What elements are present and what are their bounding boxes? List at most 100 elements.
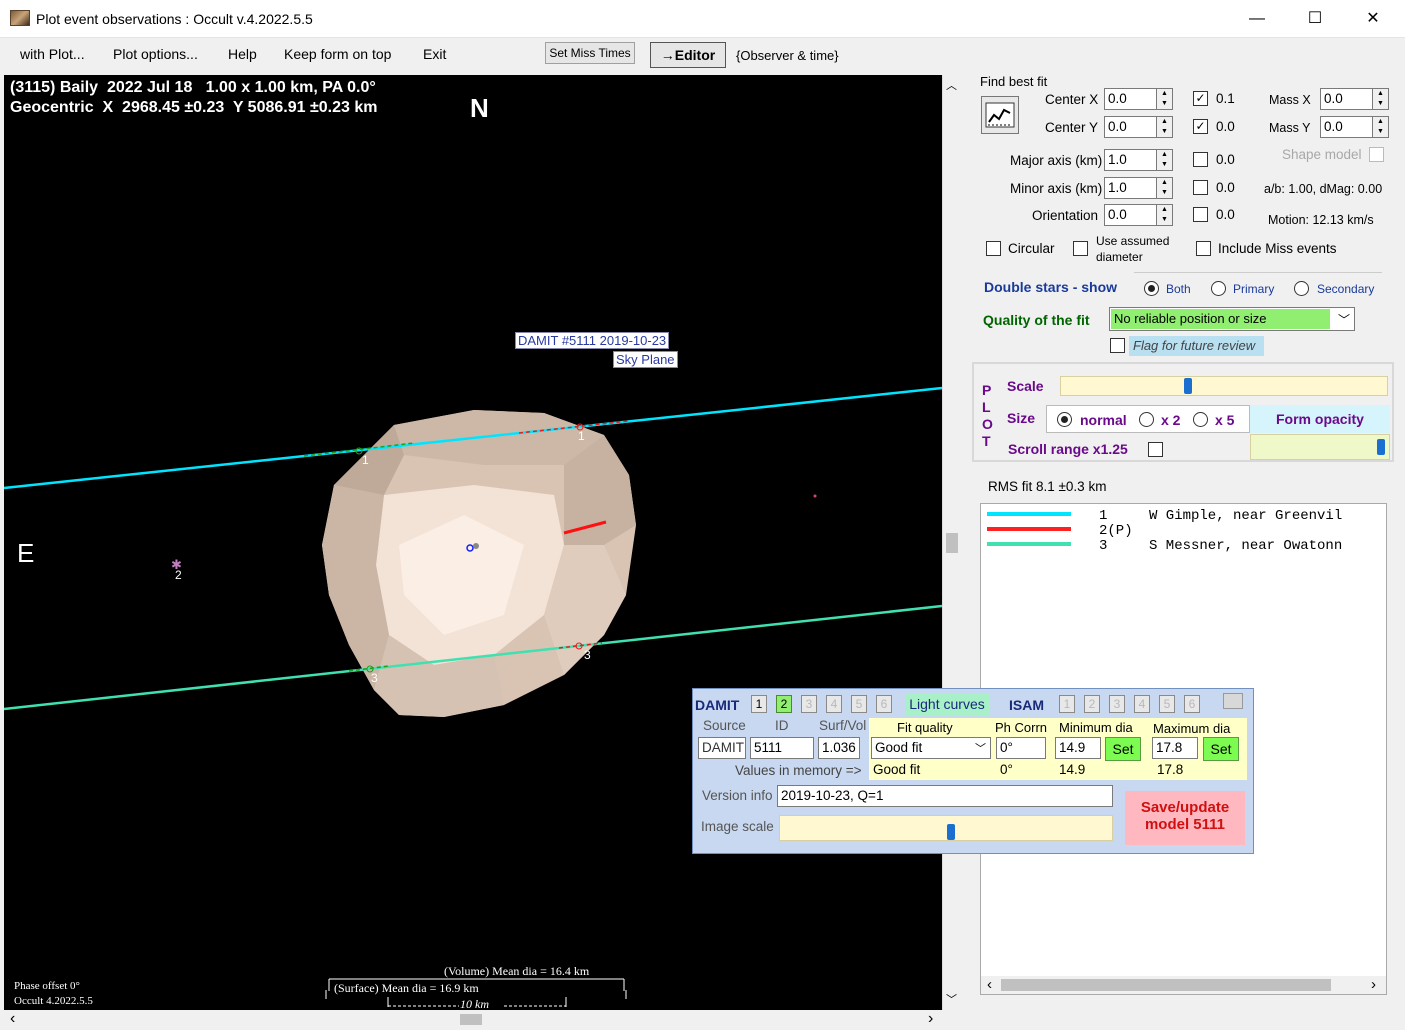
- image-scale-slider[interactable]: [779, 815, 1113, 841]
- mass-x-spinner[interactable]: ▲ ▼: [1373, 88, 1389, 110]
- image-scale-thumb[interactable]: [947, 824, 955, 840]
- primary-radio[interactable]: [1211, 281, 1226, 296]
- shape-model-checkbox[interactable]: [1369, 147, 1384, 162]
- scale-slider-thumb[interactable]: [1184, 378, 1192, 394]
- mass-y-spinner[interactable]: ▲ ▼: [1373, 116, 1389, 138]
- observer-hscrollbar[interactable]: ‹ ›: [981, 976, 1386, 994]
- scroll-range-checkbox[interactable]: [1148, 442, 1163, 457]
- observer-1-swatch: [987, 512, 1071, 516]
- list-scroll-thumb[interactable]: [1001, 979, 1331, 991]
- plot-hscrollbar[interactable]: ‹ ›: [4, 1010, 942, 1028]
- editor-button[interactable]: →Editor: [650, 42, 726, 68]
- damit-model-2[interactable]: 2: [776, 695, 792, 713]
- damit-model-1[interactable]: 1: [751, 695, 767, 713]
- flag-review-checkbox[interactable]: [1110, 338, 1125, 353]
- plot-vscrollbar[interactable]: ︿ ﹀: [942, 75, 960, 1010]
- secondary-label: Secondary: [1317, 282, 1375, 296]
- isam-model-5[interactable]: 5: [1159, 695, 1175, 713]
- opacity-slider-thumb[interactable]: [1377, 439, 1385, 455]
- isam-model-6[interactable]: 6: [1184, 695, 1200, 713]
- maximize-button[interactable]: ☐: [1286, 0, 1344, 38]
- observer-3-name: S Messner, near Owatonn: [1149, 538, 1343, 554]
- form-opacity-label: Form opacity: [1276, 411, 1364, 427]
- minimize-button[interactable]: —: [1228, 0, 1286, 38]
- menu-keep-on-top[interactable]: Keep form on top: [284, 46, 391, 62]
- form-opacity-slider[interactable]: [1250, 434, 1390, 460]
- isam-model-1[interactable]: 1: [1059, 695, 1075, 713]
- center-x-spinner[interactable]: ▲ ▼: [1157, 88, 1173, 110]
- quality-dropdown[interactable]: No reliable position or size ﹀: [1109, 307, 1355, 331]
- plot-canvas[interactable]: ✱ (3115) Baily 2022 Jul 18 1.00 x 1.00 k…: [4, 75, 942, 1010]
- fit-quality-header: Fit quality: [897, 720, 953, 735]
- size-x2-radio[interactable]: [1139, 412, 1154, 427]
- light-curves-button[interactable]: Light curves: [905, 693, 989, 715]
- chord-label-3b: 3: [584, 648, 591, 662]
- fit-quality-select[interactable]: Good fit: [871, 737, 991, 759]
- min-dia-field[interactable]: 14.9: [1055, 737, 1101, 759]
- close-button[interactable]: ✕: [1344, 0, 1402, 38]
- scroll-left-icon[interactable]: ‹: [10, 1010, 15, 1028]
- minor-axis-input[interactable]: 1.0: [1104, 177, 1157, 199]
- max-dia-field[interactable]: 17.8: [1152, 737, 1198, 759]
- damit-model-3[interactable]: 3: [801, 695, 817, 713]
- scale-slider[interactable]: [1060, 376, 1388, 396]
- plot-letter-t: T: [982, 433, 991, 449]
- orientation-spinner[interactable]: ▲ ▼: [1157, 204, 1173, 226]
- orientation-checkbox[interactable]: [1193, 207, 1208, 222]
- list-scroll-left-icon[interactable]: ‹: [987, 976, 992, 993]
- major-axis-input[interactable]: 1.0: [1104, 149, 1157, 171]
- scroll-right-icon[interactable]: ›: [928, 1010, 933, 1028]
- observer-1-num: 1: [1099, 508, 1108, 524]
- isam-model-4[interactable]: 4: [1134, 695, 1150, 713]
- orientation-input[interactable]: 0.0: [1104, 204, 1157, 226]
- set-max-dia-button[interactable]: Set: [1203, 737, 1239, 761]
- center-y-spinner[interactable]: ▲ ▼: [1157, 116, 1173, 138]
- both-radio[interactable]: [1144, 281, 1159, 296]
- mass-y-input[interactable]: 0.0: [1320, 116, 1373, 138]
- size-x5-radio[interactable]: [1193, 412, 1208, 427]
- version-info-field[interactable]: 2019-10-23, Q=1: [777, 785, 1113, 807]
- version-label: Occult 4.2022.5.5: [14, 995, 93, 1007]
- ph-corrn-field[interactable]: 0°: [996, 737, 1046, 759]
- minor-axis-spinner[interactable]: ▲ ▼: [1157, 177, 1173, 199]
- major-axis-checkbox[interactable]: [1193, 152, 1208, 167]
- center-x-checkbox[interactable]: ✓: [1193, 91, 1208, 106]
- id-field[interactable]: 5111: [750, 737, 814, 759]
- menu-help[interactable]: Help: [228, 46, 257, 62]
- center-x-input[interactable]: 0.0: [1104, 88, 1157, 110]
- size-normal-radio[interactable]: [1057, 412, 1072, 427]
- best-fit-button[interactable]: [981, 96, 1019, 134]
- surfvol-field[interactable]: 1.036: [818, 737, 860, 759]
- list-scroll-right-icon[interactable]: ›: [1371, 976, 1376, 993]
- menu-exit[interactable]: Exit: [423, 46, 446, 62]
- damit-model-4[interactable]: 4: [826, 695, 842, 713]
- menu-with-plot[interactable]: with Plot...: [20, 46, 85, 62]
- scroll-up-icon[interactable]: ︿: [946, 77, 957, 93]
- center-y-checkbox[interactable]: ✓: [1193, 119, 1208, 134]
- mass-x-input[interactable]: 0.0: [1320, 88, 1373, 110]
- source-field[interactable]: DAMIT: [698, 737, 746, 759]
- damit-close-button[interactable]: [1223, 693, 1243, 709]
- isam-model-3[interactable]: 3: [1109, 695, 1125, 713]
- set-miss-times-button[interactable]: Set Miss Times: [545, 42, 635, 64]
- circular-checkbox[interactable]: [986, 241, 1001, 256]
- minor-axis-checkbox[interactable]: [1193, 180, 1208, 195]
- scroll-down-icon[interactable]: ﹀: [946, 991, 957, 1007]
- observer-time-link[interactable]: {Observer & time}: [736, 48, 839, 63]
- damit-model-6[interactable]: 6: [876, 695, 892, 713]
- minor-axis-label: Minor axis (km): [1010, 181, 1103, 196]
- secondary-radio[interactable]: [1294, 281, 1309, 296]
- major-axis-spinner[interactable]: ▲ ▼: [1157, 149, 1173, 171]
- fit-chart-icon: [985, 102, 1015, 128]
- isam-model-2[interactable]: 2: [1084, 695, 1100, 713]
- use-assumed-checkbox[interactable]: [1073, 241, 1088, 256]
- plot-options-box: P L O T Scale Size normal x 2 x 5 Form o…: [972, 362, 1394, 462]
- include-miss-checkbox[interactable]: [1196, 241, 1211, 256]
- menu-plot-options[interactable]: Plot options...: [113, 46, 198, 62]
- hscroll-thumb[interactable]: [460, 1014, 482, 1025]
- save-update-button[interactable]: Save/update model 5111: [1125, 791, 1245, 845]
- set-min-dia-button[interactable]: Set: [1105, 737, 1141, 761]
- damit-model-5[interactable]: 5: [851, 695, 867, 713]
- center-y-input[interactable]: 0.0: [1104, 116, 1157, 138]
- vscroll-thumb[interactable]: [946, 533, 958, 553]
